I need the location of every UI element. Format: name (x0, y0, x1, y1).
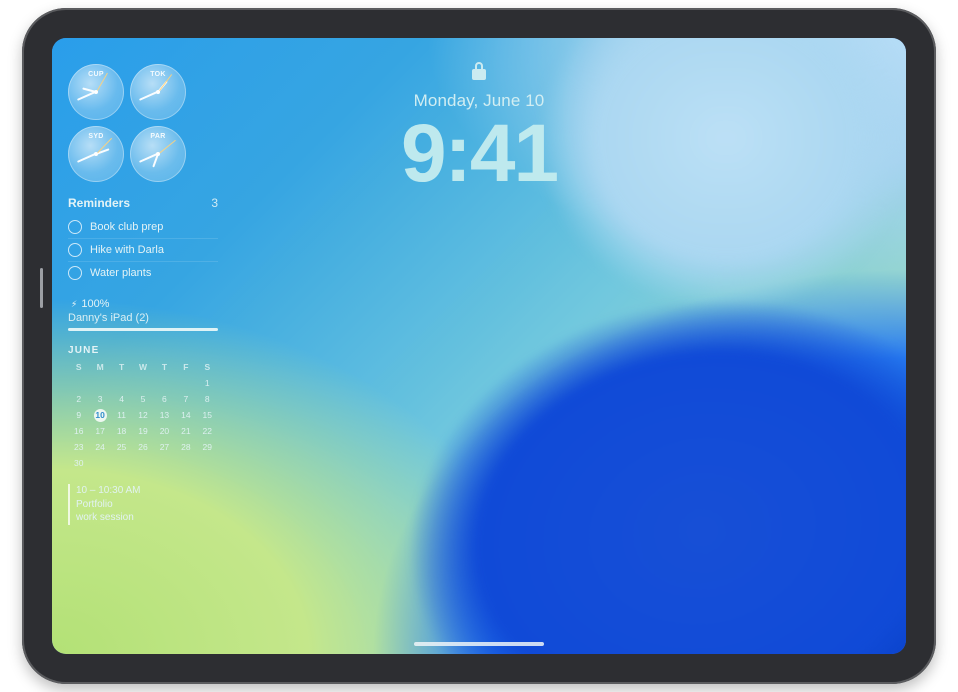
reminder-item[interactable]: Book club prep (68, 216, 218, 238)
calendar-day[interactable]: 27 (154, 440, 175, 454)
clock-label: TOK (130, 71, 186, 78)
event-time: 10 – 10:30 AM (76, 484, 218, 498)
calendar-dow: F (175, 360, 196, 374)
calendar-day (154, 456, 175, 470)
calendar-day (111, 456, 132, 470)
reminders-count: 3 (211, 196, 218, 210)
calendar-day (68, 376, 89, 390)
calendar-day[interactable]: 23 (68, 440, 89, 454)
calendar-day[interactable]: 8 (197, 392, 218, 406)
calendar-day[interactable]: 5 (132, 392, 153, 406)
calendar-day[interactable]: 15 (197, 408, 218, 422)
reminders-title: Reminders (68, 196, 130, 210)
calendar-dow: W (132, 360, 153, 374)
calendar-day[interactable]: 1 (197, 376, 218, 390)
event-title-line1: Portfolio (76, 498, 218, 512)
calendar-day[interactable]: 4 (111, 392, 132, 406)
reminder-item[interactable]: Hike with Darla (68, 238, 218, 261)
calendar-day[interactable]: 7 (175, 392, 196, 406)
calendar-day[interactable]: 16 (68, 424, 89, 438)
event-title-line2: work session (76, 511, 218, 525)
calendar-day[interactable]: 24 (89, 440, 110, 454)
calendar-day[interactable]: 22 (197, 424, 218, 438)
calendar-dow: S (68, 360, 89, 374)
charging-icon: ⚡︎ (71, 299, 77, 310)
calendar-day[interactable]: 21 (175, 424, 196, 438)
reminder-radio[interactable] (68, 243, 82, 257)
calendar-day[interactable]: 20 (154, 424, 175, 438)
battery-bar (68, 328, 218, 331)
calendar-day[interactable]: 28 (175, 440, 196, 454)
calendar-dow: M (89, 360, 110, 374)
calendar-day (89, 456, 110, 470)
upcoming-event-widget[interactable]: 10 – 10:30 AM Portfolio work session (68, 484, 218, 525)
battery-percent: 100% (81, 298, 109, 310)
calendar-day (175, 456, 196, 470)
calendar-day[interactable]: 17 (89, 424, 110, 438)
calendar-day[interactable]: 2 (68, 392, 89, 406)
calendar-day[interactable]: 14 (175, 408, 196, 422)
reminder-item[interactable]: Water plants (68, 261, 218, 284)
calendar-month: JUNE (68, 345, 218, 356)
calendar-day[interactable]: 6 (154, 392, 175, 406)
calendar-dow: T (111, 360, 132, 374)
home-indicator[interactable] (414, 642, 544, 646)
calendar-day[interactable]: 11 (111, 408, 132, 422)
calendar-day[interactable]: 9 (68, 408, 89, 422)
calendar-day[interactable]: 13 (154, 408, 175, 422)
clock-syd: SYD (68, 126, 124, 182)
calendar-day (111, 376, 132, 390)
device-side-button (40, 268, 43, 308)
calendar-widget[interactable]: JUNE SMTWTFS1234567891011121314151617181… (68, 345, 218, 470)
calendar-dow: S (197, 360, 218, 374)
calendar-day (154, 376, 175, 390)
reminders-widget[interactable]: Reminders 3 Book club prep Hike with Darl… (68, 196, 218, 284)
calendar-day[interactable]: 12 (132, 408, 153, 422)
calendar-day[interactable]: 18 (111, 424, 132, 438)
screen[interactable]: Monday, June 10 9:41 CUPTOKSYDPAR Remind… (52, 38, 906, 654)
calendar-day (132, 376, 153, 390)
calendar-dow: T (154, 360, 175, 374)
calendar-day[interactable]: 25 (111, 440, 132, 454)
calendar-day (175, 376, 196, 390)
calendar-day[interactable]: 30 (68, 456, 89, 470)
calendar-day (132, 456, 153, 470)
ipad-frame: Monday, June 10 9:41 CUPTOKSYDPAR Remind… (22, 8, 936, 684)
battery-widget[interactable]: ⚡︎ 100% Danny's iPad (2) (68, 298, 218, 331)
clock-label: PAR (130, 133, 186, 140)
calendar-day (197, 456, 218, 470)
reminder-label: Hike with Darla (90, 244, 164, 256)
clock-label: SYD (68, 133, 124, 140)
clock-par: PAR (130, 126, 186, 182)
world-clock-widget[interactable]: CUP TOK SYD PAR (68, 64, 218, 182)
reminder-radio[interactable] (68, 266, 82, 280)
battery-bar-fill (68, 328, 218, 331)
calendar-day[interactable]: 29 (197, 440, 218, 454)
calendar-day[interactable]: 19 (132, 424, 153, 438)
widget-column: CUP TOK SYD PAR Reminders 3 Book club prep H… (68, 64, 218, 539)
clock-label: CUP (68, 71, 124, 78)
clock-cup: CUP (68, 64, 124, 120)
calendar-day (89, 376, 110, 390)
reminder-label: Water plants (90, 267, 151, 279)
clock-tok: TOK (130, 64, 186, 120)
calendar-day[interactable]: 10 (89, 408, 110, 422)
battery-device-name: Danny's iPad (2) (68, 312, 218, 324)
calendar-day[interactable]: 3 (89, 392, 110, 406)
calendar-day[interactable]: 26 (132, 440, 153, 454)
reminder-radio[interactable] (68, 220, 82, 234)
reminder-label: Book club prep (90, 221, 163, 233)
